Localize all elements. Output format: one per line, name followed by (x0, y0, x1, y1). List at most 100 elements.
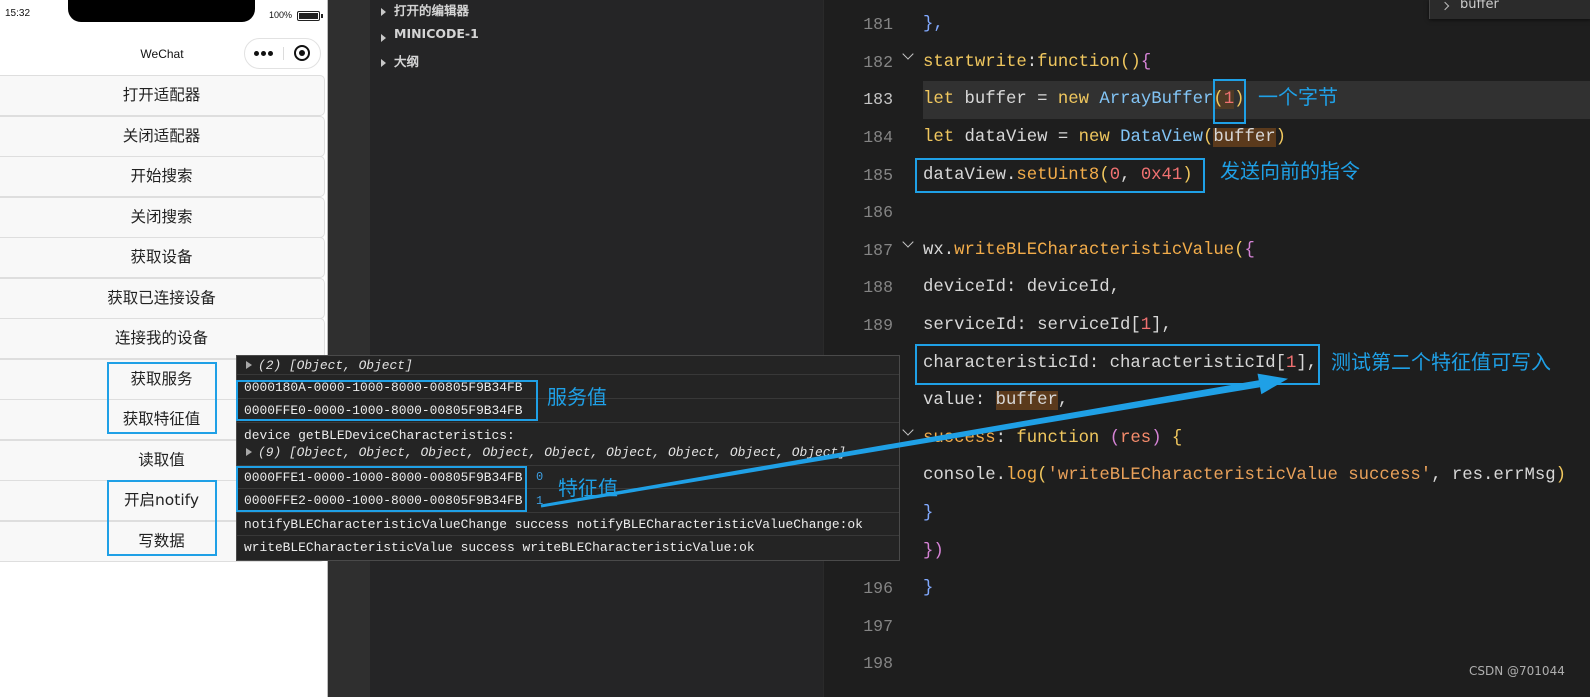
find-input[interactable]: buffer (1460, 0, 1499, 12)
code-text[interactable]: success: function (res) { (923, 420, 1182, 458)
line-number: 188 (863, 278, 893, 298)
annotation-characteristic-values: 特征值 (558, 476, 618, 500)
explorer-project[interactable]: MINICODE-1 (370, 26, 823, 51)
code-line[interactable]: 184 let dataView = new DataView(buffer) (824, 119, 1590, 157)
close-adapter-button[interactable]: 关闭适配器 (0, 115, 325, 157)
code-token: ], (1151, 316, 1172, 335)
code-text[interactable]: } (923, 570, 933, 608)
code-text[interactable]: serviceId: serviceId[1], (923, 307, 1172, 345)
get-connected-devices-button[interactable]: 获取已连接设备 (0, 277, 325, 319)
line-number: 196 (863, 579, 893, 599)
code-line[interactable]: 196} (824, 570, 1590, 608)
chevron-right-icon[interactable] (1440, 1, 1450, 11)
code-text[interactable]: console.log('writeBLECharacteristicValue… (923, 457, 1566, 495)
code-token-highlighted: buffer (1213, 128, 1276, 147)
code-line[interactable]: 186 (824, 194, 1590, 232)
fold-chevron-down-icon[interactable] (902, 48, 914, 60)
code-line[interactable]: value: buffer, (824, 382, 1590, 420)
code-text[interactable]: startwrite:function(){ (923, 44, 1151, 82)
start-search-button[interactable]: 开始搜索 (0, 156, 325, 197)
code-token: function (1016, 428, 1100, 448)
code-token: () (1120, 52, 1141, 72)
fold-chevron-down-icon[interactable] (902, 236, 914, 248)
expand-triangle-icon[interactable] (246, 361, 252, 369)
get-devices-button[interactable]: 获取设备 (0, 237, 325, 278)
code-line[interactable]: success: function (res) { (824, 420, 1590, 458)
code-line[interactable]: }) (824, 533, 1590, 571)
code-line[interactable]: 182 startwrite:function(){ (824, 44, 1590, 82)
code-text[interactable]: }) (923, 533, 944, 571)
line-number: 182 (863, 52, 893, 72)
annotation-box-notify-buttons (107, 480, 217, 556)
code-text[interactable]: let dataView = new DataView(buffer) (923, 119, 1286, 157)
code-line[interactable]: 187 wx.writeBLECharacteristicValue({ (824, 232, 1590, 270)
code-token: }, (923, 15, 944, 35)
code-token: ( (1234, 240, 1245, 260)
code-text[interactable]: }, (923, 6, 944, 44)
code-token: } (923, 579, 934, 599)
line-number: 189 (863, 316, 893, 335)
annotation-second-characteristic: 测试第二个特征值可写入 (1331, 350, 1551, 374)
code-token: writeBLECharacteristicValue (954, 240, 1235, 260)
code-token: new (1057, 90, 1089, 110)
menu-capsule (244, 38, 321, 69)
chevron-right-icon (381, 33, 386, 42)
more-dots-icon[interactable] (254, 51, 274, 57)
code-line[interactable]: 188 deviceId: deviceId, (824, 269, 1590, 307)
open-adapter-button[interactable]: 打开适配器 (0, 75, 325, 116)
annotation-box-buffer-size (1213, 79, 1246, 124)
code-text[interactable]: wx.writeBLECharacteristicValue({ (923, 232, 1255, 270)
code-token: , (1057, 391, 1069, 411)
annotation-send-command: 发送向前的指令 (1220, 159, 1360, 183)
phone-notch (68, 0, 255, 22)
console-row[interactable]: device getBLEDeviceCharacteristics: (9) … (237, 423, 899, 466)
code-token: ) (1555, 466, 1567, 486)
explorer-open-editors[interactable]: 打开的编辑器 (370, 0, 823, 25)
chevron-right-icon (381, 59, 386, 67)
console-text: writeBLECharacteristicValue success writ… (244, 540, 755, 555)
code-line-current[interactable]: 183 let buffer = new ArrayBuffer(1) (824, 81, 1590, 119)
annotation-box-set-uint8 (915, 158, 1205, 193)
code-line[interactable]: 197 (824, 608, 1590, 646)
code-token: startwrite (923, 52, 1027, 72)
expand-triangle-icon[interactable] (246, 448, 252, 456)
code-line[interactable]: 189 serviceId: serviceId[1], (824, 307, 1590, 345)
code-token: buffer = (954, 90, 1058, 110)
stop-search-button[interactable]: 关闭搜索 (0, 196, 325, 238)
console-text: notifyBLECharacteristicValueChange succe… (244, 517, 863, 532)
code-text[interactable]: } (923, 495, 933, 533)
fold-chevron-down-icon[interactable] (902, 424, 914, 436)
code-token: [ (1130, 316, 1141, 335)
code-token: { (1161, 428, 1183, 448)
explorer-outline[interactable]: 大纲 (370, 51, 823, 76)
code-token: dataView = (954, 128, 1079, 147)
battery-icon (297, 11, 320, 21)
connect-my-device-button[interactable]: 连接我的设备 (0, 318, 325, 359)
code-token: : (995, 428, 1017, 448)
find-widget[interactable]: buffer (1429, 0, 1590, 19)
explorer-item-label: MINICODE-1 (394, 25, 479, 41)
status-time: 15:32 (5, 8, 31, 19)
line-number: 181 (863, 15, 893, 35)
line-number: 185 (863, 165, 893, 185)
explorer-item-label: 大纲 (394, 54, 420, 69)
code-token: } (923, 504, 934, 523)
code-text[interactable]: deviceId: deviceId, (923, 269, 1120, 307)
code-token: res (1120, 428, 1152, 448)
line-number: 197 (863, 616, 893, 636)
battery-percent: 100% (269, 10, 293, 20)
line-number: 183 (863, 90, 893, 110)
code-token: let (923, 90, 955, 110)
console-row[interactable]: (2) [Object, Object] (237, 356, 899, 375)
code-text[interactable]: value: buffer, (923, 382, 1068, 420)
screen: 15:32 100% WeChat 打开适配器 关闭适配器 开始搜索 关闭搜索 … (0, 0, 1590, 697)
code-text[interactable]: let buffer = new ArrayBuffer(1) (923, 81, 1245, 119)
code-line[interactable]: } (824, 495, 1590, 533)
target-circle-icon[interactable] (294, 45, 310, 61)
code-line[interactable]: console.log('writeBLECharacteristicValue… (824, 457, 1590, 495)
code-token: 1 (1140, 316, 1152, 335)
code-token: { (1244, 240, 1255, 260)
annotation-service-values: 服务值 (547, 385, 607, 409)
